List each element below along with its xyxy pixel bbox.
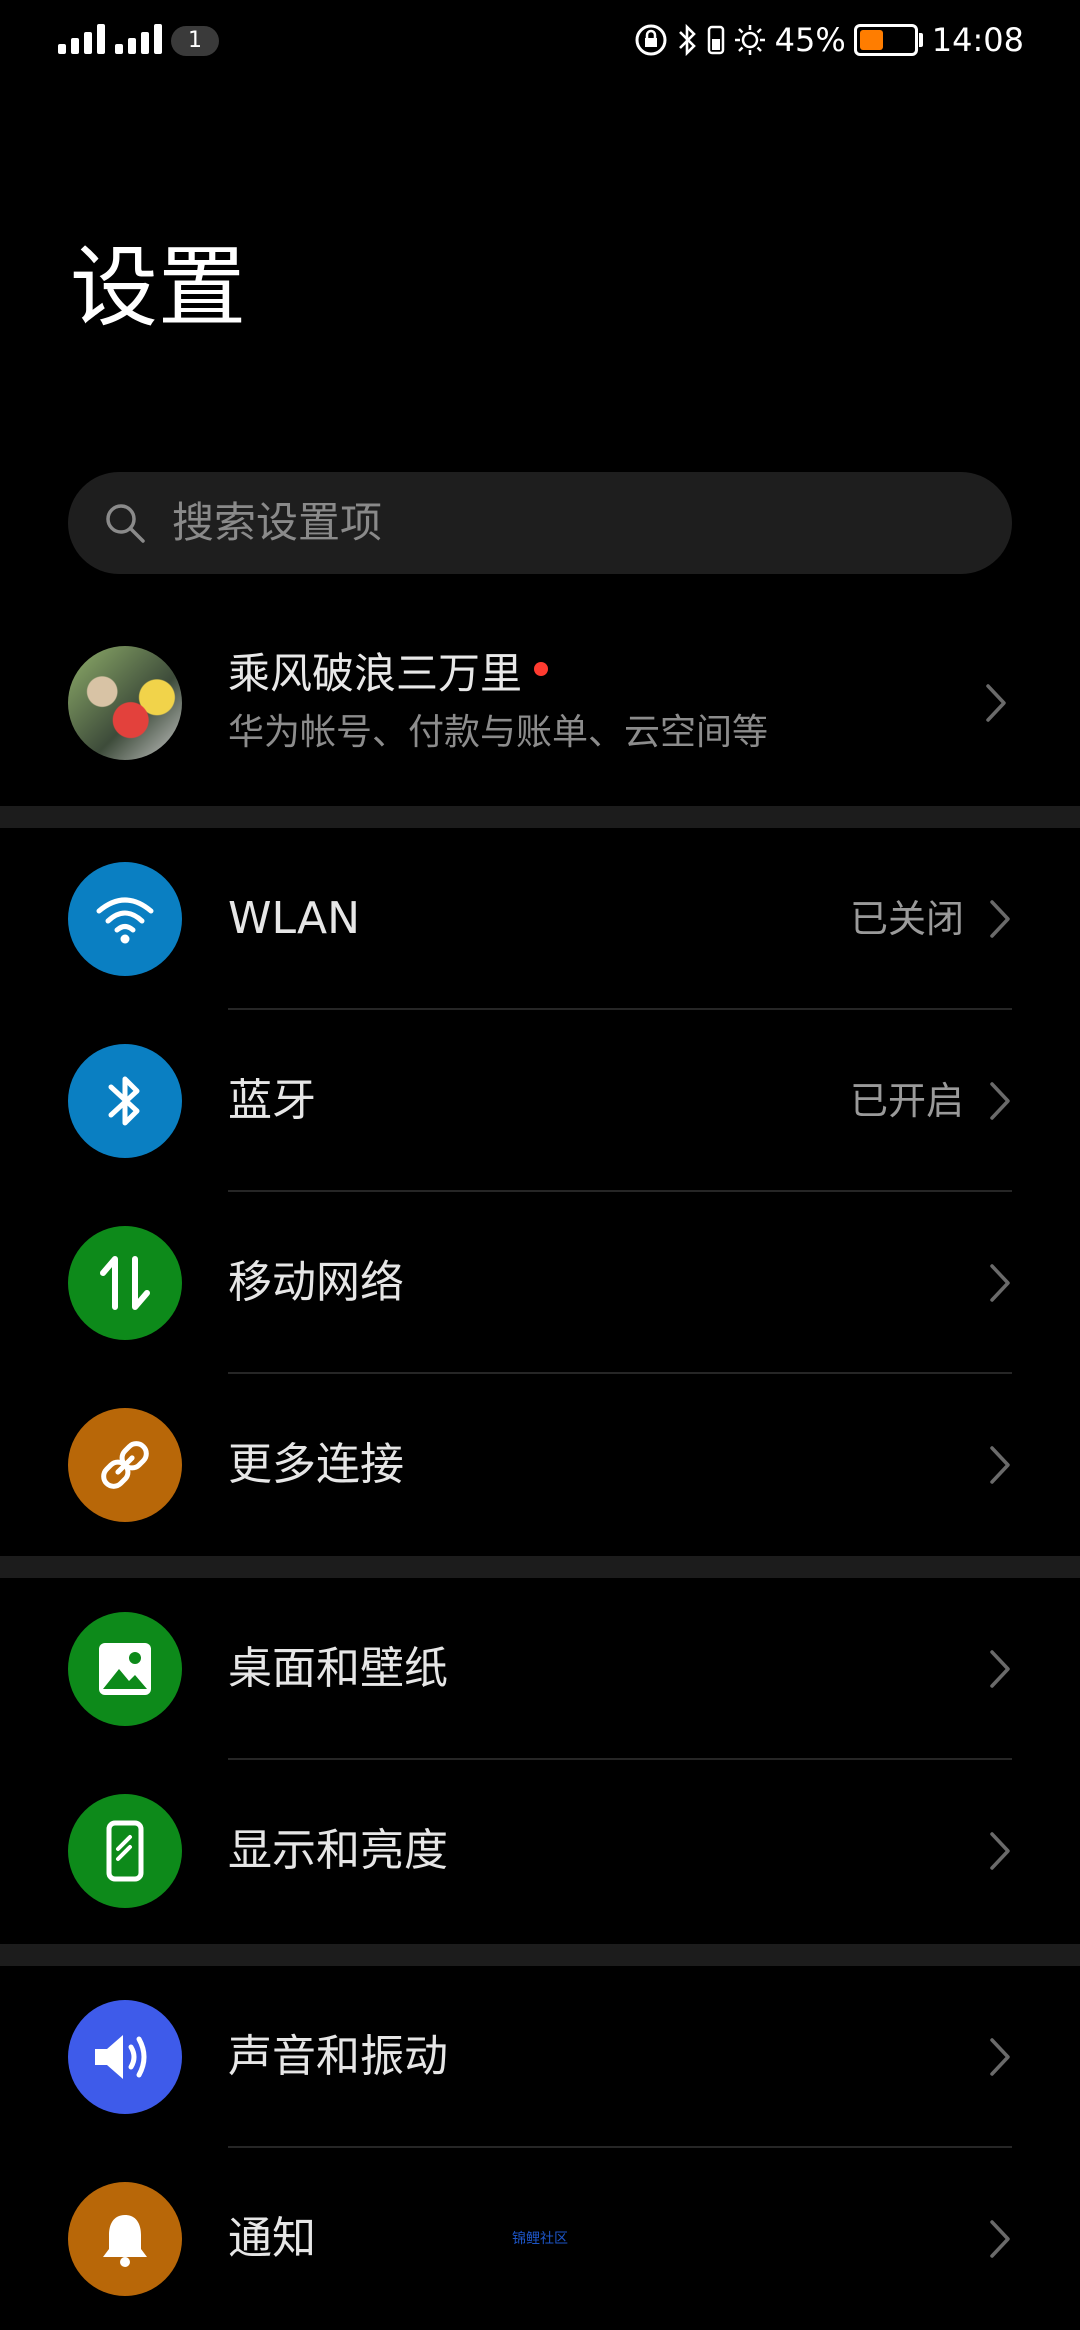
search-placeholder: 搜索设置项 xyxy=(172,498,383,547)
notification-dot xyxy=(534,661,549,676)
search-icon xyxy=(106,504,145,543)
page-title: 设置 xyxy=(70,236,247,339)
row-label: 声音和振动 xyxy=(228,2031,448,2082)
chevron-right-icon xyxy=(986,684,1006,722)
avatar xyxy=(68,646,182,760)
group-separator xyxy=(0,1556,1080,1578)
settings-row-display-brightness[interactable]: 显示和亮度 xyxy=(0,1760,1080,1942)
chevron-right-icon xyxy=(990,1446,1010,1484)
signal-icon xyxy=(58,22,105,54)
account-name: 乘风破浪三万里 xyxy=(228,646,549,702)
chevron-right-icon xyxy=(990,1650,1010,1688)
battery-percent: 45% xyxy=(774,21,846,59)
chevron-right-icon xyxy=(990,1264,1010,1302)
watermark: 锦鲤社区 xyxy=(512,2231,568,2247)
group-separator xyxy=(0,806,1080,828)
settings-row-wlan[interactable]: WLAN 已关闭 xyxy=(0,828,1080,1010)
bluetooth-icon xyxy=(678,23,696,57)
display-icon xyxy=(68,1794,182,1908)
chevron-right-icon xyxy=(990,2220,1010,2258)
row-label: 蓝牙 xyxy=(228,1075,316,1126)
row-label: 桌面和壁纸 xyxy=(228,1643,448,1694)
image-icon xyxy=(68,1612,182,1726)
chevron-right-icon xyxy=(990,1082,1010,1120)
row-label: 通知 xyxy=(228,2213,316,2264)
battery-icon xyxy=(853,24,923,56)
row-value: 已关闭 xyxy=(849,897,964,941)
sound-icon xyxy=(68,2000,182,2114)
settings-row-bluetooth[interactable]: 蓝牙 已开启 xyxy=(0,1010,1080,1192)
group-separator xyxy=(0,1944,1080,1966)
wifi-icon xyxy=(68,862,182,976)
settings-row-sound-vibration[interactable]: 声音和振动 xyxy=(0,1966,1080,2148)
mobile-data-icon xyxy=(68,1226,182,1340)
row-label: 更多连接 xyxy=(228,1439,404,1490)
sim-badge: 1 xyxy=(171,26,219,56)
chevron-right-icon xyxy=(990,2038,1010,2076)
rotation-lock-icon xyxy=(635,24,667,56)
row-value: 已开启 xyxy=(849,1079,964,1123)
settings-row-home-wallpaper[interactable]: 桌面和壁纸 xyxy=(0,1578,1080,1760)
vibrate-icon xyxy=(707,25,724,55)
account-row[interactable]: 乘风破浪三万里 华为帐号、付款与账单、云空间等 xyxy=(0,630,1080,800)
search-input[interactable]: 搜索设置项 xyxy=(68,472,1012,574)
clock: 14:08 xyxy=(931,21,1024,59)
account-subtitle: 华为帐号、付款与账单、云空间等 xyxy=(228,712,769,753)
signal-icon xyxy=(115,22,162,54)
chevron-right-icon xyxy=(990,900,1010,938)
bell-icon xyxy=(68,2182,182,2296)
settings-row-mobile-network[interactable]: 移动网络 xyxy=(0,1192,1080,1374)
chevron-right-icon xyxy=(990,1832,1010,1870)
bluetooth-icon xyxy=(68,1044,182,1158)
brightness-icon xyxy=(734,25,765,55)
status-bar: 1 45% 14:08 xyxy=(0,0,1080,80)
settings-row-more-connections[interactable]: 更多连接 xyxy=(0,1374,1080,1556)
row-label: 移动网络 xyxy=(228,1257,404,1308)
link-icon xyxy=(68,1408,182,1522)
row-label: 显示和亮度 xyxy=(228,1825,448,1876)
row-label: WLAN xyxy=(228,893,361,944)
